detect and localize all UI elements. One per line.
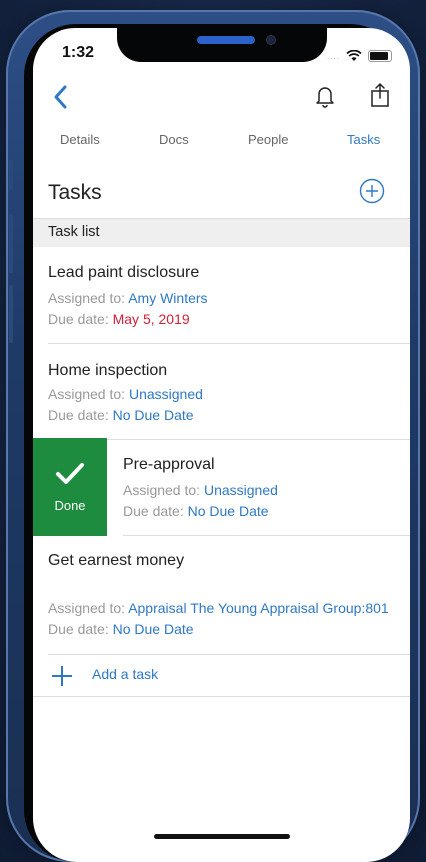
- tab-details[interactable]: Details: [60, 132, 100, 147]
- tab-docs[interactable]: Docs: [159, 132, 189, 147]
- task-row[interactable]: Lead paint disclosure Assigned to: Amy W…: [33, 246, 410, 344]
- assigned-value: Amy Winters: [128, 290, 208, 306]
- assigned-value: Unassigned: [203, 482, 278, 498]
- assigned-label: Assigned to:: [48, 386, 126, 402]
- divider: [48, 654, 410, 655]
- task-due: Due date: No Due Date: [123, 503, 269, 519]
- section-header: Tasks: [33, 168, 410, 218]
- task-assigned: Assigned to: Unassigned: [123, 482, 278, 498]
- task-name: Get earnest money: [48, 552, 185, 569]
- add-task-label: Add a task: [92, 666, 159, 682]
- task-due: Due date: No Due Date: [48, 407, 194, 423]
- status-icons: ....: [327, 50, 392, 62]
- tab-bar: Details Docs People Tasks: [33, 132, 410, 160]
- divider: [33, 696, 410, 697]
- app-screen: 1:32 .... Details Docs People Tasks Task…: [33, 28, 410, 862]
- assigned-value: Unassigned: [128, 386, 203, 402]
- camera: [267, 36, 275, 44]
- battery-icon: [368, 50, 392, 62]
- due-value: No Due Date: [187, 503, 269, 519]
- task-list-header: Task list: [33, 218, 410, 247]
- assigned-value: Appraisal The Young Appraisal Group:801: [128, 600, 389, 616]
- top-bar: [33, 78, 410, 122]
- task-row[interactable]: Home inspection Assigned to: Unassigned …: [33, 344, 410, 440]
- wifi-icon: [346, 50, 362, 61]
- tab-tasks[interactable]: Tasks: [347, 132, 380, 147]
- due-label: Due date:: [48, 407, 109, 423]
- task-name: Home inspection: [48, 362, 168, 379]
- signal-dots: ....: [327, 51, 340, 61]
- task-assigned: Assigned to: Amy Winters: [48, 290, 208, 306]
- task-name: Lead paint disclosure: [48, 264, 200, 281]
- speaker: [197, 36, 255, 44]
- bell-icon[interactable]: [315, 84, 335, 108]
- add-circle-icon[interactable]: [359, 178, 385, 204]
- add-task-button[interactable]: Add a task: [33, 656, 410, 697]
- status-time: 1:32: [62, 44, 95, 61]
- task-due: Due date: May 5, 2019: [48, 311, 190, 327]
- share-icon[interactable]: [370, 82, 390, 108]
- due-value: No Due Date: [112, 407, 194, 423]
- tab-people[interactable]: People: [248, 132, 288, 147]
- due-label: Due date:: [48, 621, 109, 637]
- home-indicator[interactable]: [154, 834, 290, 839]
- assigned-label: Assigned to:: [48, 290, 126, 306]
- task-list-label: Task list: [48, 224, 100, 240]
- task-row[interactable]: Get earnest money Assigned to: Appraisal…: [33, 536, 410, 656]
- task-row[interactable]: Pre-approval Assigned to: Unassigned Due…: [33, 440, 410, 536]
- due-value: May 5, 2019: [112, 311, 190, 327]
- task-name: Pre-approval: [123, 456, 215, 473]
- task-assigned: Assigned to: Unassigned: [48, 386, 203, 402]
- task-assigned: Assigned to: Appraisal The Young Apprais…: [48, 600, 389, 616]
- task-due: Due date: No Due Date: [48, 621, 194, 637]
- page-title: Tasks: [48, 181, 102, 204]
- volume-up-button: [9, 215, 13, 273]
- plus-icon: [52, 666, 72, 686]
- notch: [117, 28, 327, 62]
- due-label: Due date:: [123, 503, 184, 519]
- due-label: Due date:: [48, 311, 109, 327]
- mute-switch: [9, 160, 13, 190]
- due-value: No Due Date: [112, 621, 194, 637]
- assigned-label: Assigned to:: [123, 482, 201, 498]
- volume-down-button: [9, 285, 13, 343]
- assigned-label: Assigned to:: [48, 600, 126, 616]
- back-chevron-icon[interactable]: [51, 82, 71, 112]
